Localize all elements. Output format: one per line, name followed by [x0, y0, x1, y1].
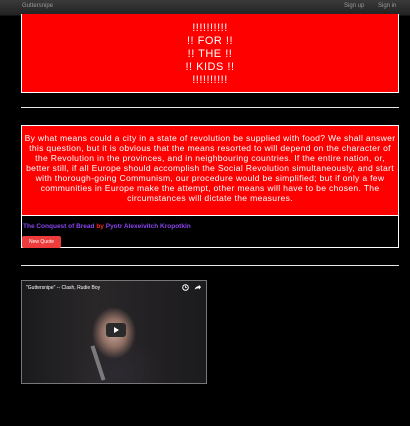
banner-line: !! KIDS !!	[185, 61, 235, 73]
sign-in-link[interactable]: Sign in	[378, 3, 396, 9]
book-link[interactable]: The Conquest of Bread	[23, 223, 95, 230]
banner-box: !!!!!!!!!! !! FOR !! !! THE !! !! KIDS !…	[21, 14, 399, 93]
brand-name[interactable]: Guttersnipe	[22, 3, 53, 9]
new-quote-button[interactable]: New Quote	[22, 236, 61, 248]
video-embed[interactable]: "Guttersnipe" -- Clash, Rudie Boy	[21, 280, 207, 384]
quote-attribution: The Conquest of Bread by Pyotr Alexeivit…	[23, 223, 191, 230]
banner-line: !! THE !!	[187, 48, 233, 60]
sign-up-link[interactable]: Sign up	[344, 3, 364, 9]
video-title[interactable]: "Guttersnipe" -- Clash, Rudie Boy	[26, 285, 100, 291]
share-icon[interactable]	[194, 284, 201, 291]
quote-panel: By what means could a city in a state of…	[21, 125, 399, 248]
play-icon[interactable]	[106, 323, 126, 337]
divider	[21, 107, 399, 108]
quote-box: By what means could a city in a state of…	[22, 126, 398, 216]
banner-line: !! FOR !!	[186, 35, 234, 47]
author-link[interactable]: Pyotr Alexeivitch Kropotkin	[106, 223, 191, 230]
by-label: by	[96, 223, 104, 230]
banner-line: !!!!!!!!!!	[192, 22, 228, 34]
clock-icon[interactable]	[182, 284, 189, 291]
banner-line: !!!!!!!!!!	[192, 74, 228, 86]
quote-text: By what means could a city in a state of…	[24, 133, 396, 203]
divider	[21, 265, 399, 266]
